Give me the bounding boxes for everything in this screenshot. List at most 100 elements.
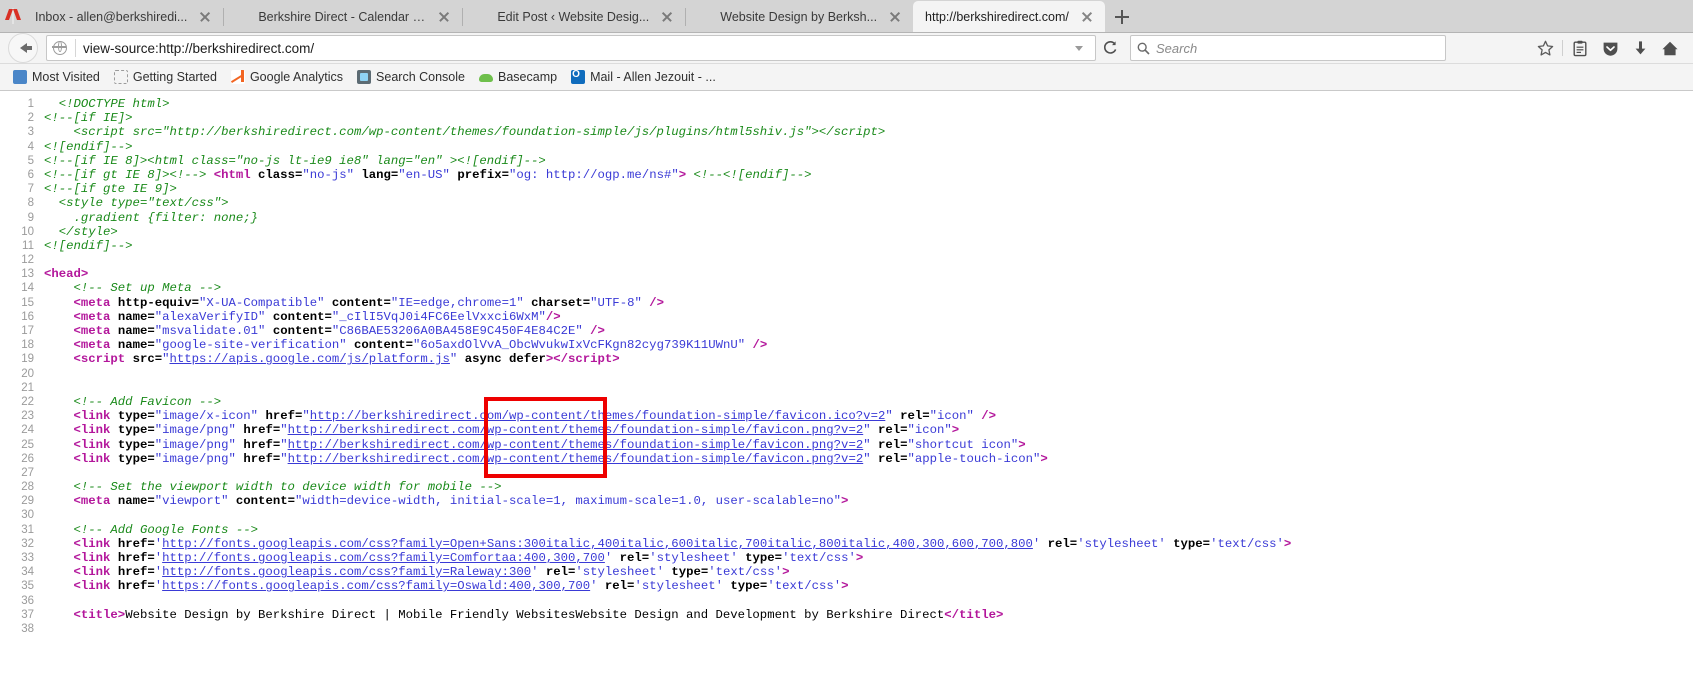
- code-token-lnk[interactable]: http://berkshiredirect.com/wp-content/th…: [288, 423, 864, 437]
- chevron-down-icon[interactable]: [1075, 45, 1083, 51]
- code-token-lnk[interactable]: http://fonts.googleapis.com/css?family=O…: [162, 537, 1033, 551]
- browser-tab-0[interactable]: Inbox - allen@berkshiredi...: [0, 2, 224, 32]
- bookmark-label: Basecamp: [498, 70, 558, 84]
- line-number: 2: [27, 112, 34, 125]
- code-token-lnk[interactable]: http://fonts.googleapis.com/css?family=C…: [162, 551, 605, 565]
- browser-tab-2[interactable]: Edit Post ‹ Website Desig...: [462, 2, 686, 32]
- address-bar[interactable]: view-source:http://berkshiredirect.com/: [46, 35, 1096, 61]
- bookmark-item-5[interactable]: Mail - Allen Jezouit - ...: [564, 69, 723, 84]
- code-token-vl: ": [280, 437, 288, 452]
- code-token-vl: 'stylesheet': [575, 565, 664, 580]
- tab-close-icon[interactable]: [659, 9, 675, 25]
- code-token-vl: "_cIlI5VqJ0i4FC6EelVxxci6WxM": [331, 309, 546, 324]
- code-token-tx: [612, 551, 619, 565]
- tab-close-icon[interactable]: [887, 9, 903, 25]
- browser-tab-3[interactable]: Website Design by Berksh...: [685, 2, 914, 32]
- line-number: 31: [21, 523, 34, 536]
- downloads-button[interactable]: [1625, 36, 1655, 60]
- code-token-at: rel=: [1047, 536, 1078, 551]
- line-number: 4: [27, 140, 34, 153]
- code-token-tx: [44, 438, 74, 452]
- tab-close-icon[interactable]: [1079, 9, 1095, 25]
- code-token-at: lang=: [361, 167, 399, 182]
- line-number: 12: [21, 254, 34, 267]
- bookmark-item-1[interactable]: Getting Started: [107, 70, 224, 84]
- line-number: 36: [21, 594, 34, 607]
- new-tab-button[interactable]: [1105, 2, 1139, 32]
- source-line: 18 <meta name="google-site-verification"…: [0, 338, 1693, 352]
- browser-tab-1[interactable]: Berkshire Direct - Calendar - ...: [223, 2, 463, 32]
- code-token-at: rel=: [877, 451, 908, 466]
- code-token-vl: 'text/css': [782, 551, 856, 565]
- line-number: 30: [21, 509, 34, 522]
- source-line: 1 <!DOCTYPE html>: [0, 97, 1693, 111]
- source-line: 35 <link href= 'https://fonts.googleapis.…: [0, 579, 1693, 593]
- search-input[interactable]: Search: [1156, 41, 1197, 56]
- bookmark-star-button[interactable]: [1530, 36, 1560, 60]
- source-line: 36: [0, 594, 1693, 608]
- code-token-lnk[interactable]: https://fonts.googleapis.com/css?family=…: [162, 579, 590, 593]
- code-token-vl: ': [590, 579, 598, 594]
- reader-view-button[interactable]: [1565, 36, 1595, 60]
- source-line: 34 <link href='http://fonts.googleapis.c…: [0, 565, 1693, 579]
- view-source-content[interactable]: 1 <!DOCTYPE html> 2 <!--[if IE]> 3 <script …: [0, 91, 1693, 673]
- code-token-at: href=: [117, 565, 155, 580]
- tab-close-icon[interactable]: [436, 9, 452, 25]
- code-token-tx: [44, 494, 74, 508]
- code-token-at: http-equiv=: [117, 295, 200, 310]
- bookmark-item-4[interactable]: Basecamp: [472, 70, 564, 84]
- code-token-lnk[interactable]: http://berkshiredirect.com/wp-content/th…: [288, 452, 864, 466]
- source-line: 19 <script src="https://apis.google.com/…: [0, 352, 1693, 366]
- code-token-at: content=: [272, 309, 332, 324]
- code-token-cm: <!--[if gt IE 8]><!-->: [44, 167, 207, 182]
- line-number: 29: [21, 495, 34, 508]
- code-token-lnk[interactable]: http://berkshiredirect.com/wp-content/th…: [288, 438, 864, 452]
- source-line: 31 <!-- Add Google Fonts -->: [0, 523, 1693, 537]
- browser-tab-4[interactable]: http://berkshiredirect.com/: [913, 1, 1105, 32]
- bookmark-item-0[interactable]: Most Visited: [6, 70, 107, 84]
- code-token-tx: [110, 310, 117, 324]
- code-token-tx: [871, 438, 878, 452]
- toolbar-divider: [1562, 40, 1563, 56]
- browser-tab-title: http://berkshiredirect.com/: [925, 9, 1069, 24]
- code-token-at: src=: [132, 352, 163, 367]
- code-token-lnk[interactable]: http://berkshiredirect.com/wp-content/th…: [310, 409, 886, 423]
- code-token-vl: "icon": [929, 409, 974, 424]
- code-token-tx: [110, 537, 117, 551]
- tab-close-icon[interactable]: [197, 9, 213, 25]
- code-token-tx: [44, 579, 74, 593]
- code-token-tx: [44, 537, 74, 551]
- pocket-save-button[interactable]: [1595, 36, 1625, 60]
- code-token-vl: "icon": [907, 423, 952, 438]
- search-bar[interactable]: Search: [1130, 35, 1446, 61]
- code-token-tg: <link: [73, 536, 111, 551]
- back-button[interactable]: [8, 33, 38, 63]
- code-token-at: rel=: [604, 579, 635, 594]
- code-token-tg: <script: [73, 352, 126, 367]
- code-token-at: type=: [117, 451, 155, 466]
- code-token-at: type=: [1173, 536, 1211, 551]
- code-token-tx: [44, 211, 74, 225]
- browser-tab-title: Berkshire Direct - Calendar - ...: [258, 10, 427, 24]
- bookmark-label: Mail - Allen Jezouit - ...: [590, 70, 716, 84]
- code-token-tg: <html: [213, 167, 251, 182]
- bookmark-item-2[interactable]: Google Analytics: [224, 70, 350, 84]
- reload-button[interactable]: [1102, 40, 1118, 56]
- source-line: 9 .gradient {filter: none;}: [0, 211, 1693, 225]
- code-token-tg: </title>: [944, 607, 1004, 622]
- code-token-at: charset=: [531, 295, 591, 310]
- browser-tab-title: Website Design by Berksh...: [720, 10, 878, 24]
- home-button[interactable]: [1655, 36, 1685, 60]
- code-token-tx: [44, 551, 74, 565]
- code-token-tg: />: [582, 324, 605, 338]
- code-token-tx: [110, 338, 117, 352]
- code-token-at: type=: [730, 579, 768, 594]
- code-token-tx: [265, 310, 272, 324]
- source-line: 5 <!--[if IE 8]><html class="no-js lt-ie9…: [0, 154, 1693, 168]
- bookmark-item-3[interactable]: Search Console: [350, 70, 472, 84]
- code-token-tg: />: [545, 309, 561, 324]
- code-token-cm: <![endif]-->: [44, 139, 133, 154]
- line-number: 10: [21, 225, 34, 238]
- code-token-lnk[interactable]: http://fonts.googleapis.com/css?family=R…: [162, 565, 531, 579]
- code-token-lnk[interactable]: https://apis.google.com/js/platform.js: [170, 352, 450, 366]
